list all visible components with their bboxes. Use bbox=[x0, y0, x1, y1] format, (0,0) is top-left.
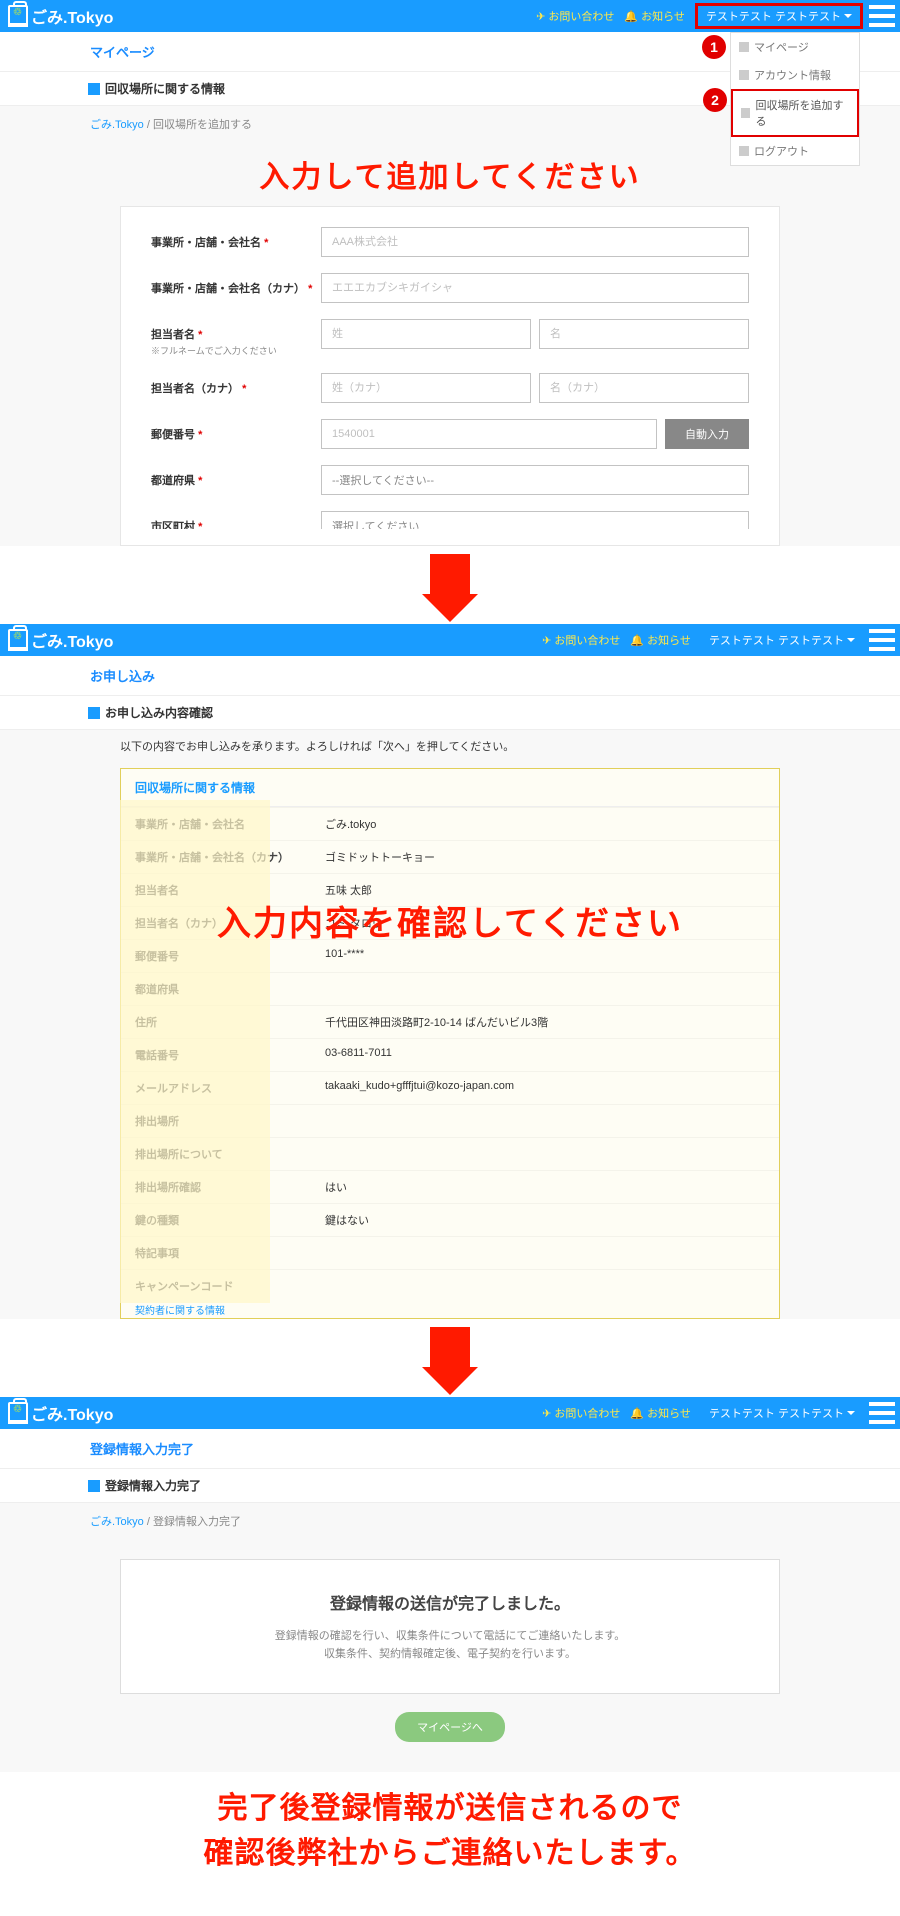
brand-logo[interactable]: ごみ.Tokyo bbox=[8, 4, 113, 28]
breadcrumb-home[interactable]: ごみ.Tokyo bbox=[90, 1516, 144, 1528]
trash-icon bbox=[8, 1402, 28, 1424]
pref-select[interactable]: --選択してください-- bbox=[321, 465, 749, 495]
completion-text-1: 登録情報の確認を行い、収集条件について電話にてご連絡いたします。 bbox=[141, 1628, 759, 1646]
completion-heading: 登録情報の送信が完了しました。 bbox=[141, 1590, 759, 1614]
firstname-kana-input[interactable] bbox=[539, 373, 749, 403]
contact-link[interactable]: ✈ お問い合わせ bbox=[536, 8, 614, 24]
dropdown-mypage[interactable]: マイページ bbox=[731, 33, 859, 61]
check-icon bbox=[88, 1480, 100, 1492]
hamburger-button[interactable] bbox=[869, 629, 895, 651]
brand-text: ごみ.Tokyo bbox=[31, 4, 113, 28]
mypage-button[interactable]: マイページへ bbox=[395, 1712, 505, 1742]
section-header: 登録情報入力完了 bbox=[0, 1469, 900, 1503]
user-menu-trigger[interactable]: テストテスト テストテスト bbox=[701, 630, 863, 650]
brand-logo[interactable]: ごみ.Tokyo bbox=[8, 628, 113, 652]
city-select[interactable]: 選択してください bbox=[321, 511, 749, 529]
list-icon bbox=[88, 707, 100, 719]
hamburger-button[interactable] bbox=[869, 1402, 895, 1424]
user-menu-trigger[interactable]: テストテスト テストテスト bbox=[701, 1403, 863, 1423]
paper-plane-icon: ✈ bbox=[536, 11, 545, 23]
dropdown-add-location[interactable]: 回収場所を追加する bbox=[731, 89, 859, 137]
top-header: ごみ.Tokyo ✈ お問い合わせ 🔔 お知らせ テストテスト テストテスト bbox=[0, 0, 900, 32]
company-input[interactable] bbox=[321, 227, 749, 257]
logout-icon bbox=[739, 146, 749, 156]
marker-icon bbox=[88, 83, 100, 95]
down-arrow-icon bbox=[430, 554, 470, 594]
confirm-panel: 回収場所に関する情報 事業所・店舗・会社名ごみ.tokyo 事業所・店舗・会社名… bbox=[120, 768, 780, 1319]
page-title: 登録情報入力完了 bbox=[0, 1429, 900, 1469]
user-menu-trigger[interactable]: テストテスト テストテスト bbox=[695, 3, 863, 29]
dropdown-logout[interactable]: ログアウト bbox=[731, 137, 859, 165]
contact-link[interactable]: ✈ お問い合わせ bbox=[542, 632, 620, 648]
top-header-3: ごみ.Tokyo ✈ お問い合わせ 🔔 お知らせ テストテスト テストテスト bbox=[0, 1397, 900, 1429]
firstname-input[interactable] bbox=[539, 319, 749, 349]
final-message: 完了後登録情報が送信されるので 確認後弊社からご連絡いたします。 bbox=[0, 1772, 900, 1916]
next-section-link[interactable]: 契約者に関する情報 bbox=[121, 1302, 779, 1318]
notice-link[interactable]: 🔔 お知らせ bbox=[630, 632, 691, 648]
step-badge-1: 1 bbox=[702, 35, 726, 59]
confirm-panel-header: 回収場所に関する情報 bbox=[121, 769, 779, 807]
lastname-kana-input[interactable] bbox=[321, 373, 531, 403]
truck-icon bbox=[741, 108, 750, 118]
company-kana-input[interactable] bbox=[321, 273, 749, 303]
brand-logo[interactable]: ごみ.Tokyo bbox=[8, 1401, 113, 1425]
form-card: 事業所・店舗・会社名 * 事業所・店舗・会社名（カナ） * 担当者名 *※フルネ… bbox=[120, 206, 780, 546]
grid-icon bbox=[739, 42, 749, 52]
hamburger-button[interactable] bbox=[869, 5, 895, 27]
completion-panel: 登録情報の送信が完了しました。 登録情報の確認を行い、収集条件について電話にてご… bbox=[120, 1559, 780, 1694]
page-title: お申し込み bbox=[0, 656, 900, 696]
chevron-down-icon bbox=[847, 638, 855, 646]
confirm-note: 以下の内容でお申し込みを承ります。よろしければ「次へ」を押してください。 bbox=[0, 730, 900, 768]
contact-link[interactable]: ✈ お問い合わせ bbox=[542, 1405, 620, 1421]
trash-icon bbox=[8, 5, 28, 27]
trash-icon bbox=[8, 629, 28, 651]
step-badge-2: 2 bbox=[703, 88, 727, 112]
breadcrumb: ごみ.Tokyo / 登録情報入力完了 bbox=[0, 1503, 900, 1539]
postal-input[interactable] bbox=[321, 419, 657, 449]
instruction-overlay-2: 入力内容を確認してください bbox=[0, 886, 900, 955]
auto-fill-button[interactable]: 自動入力 bbox=[665, 419, 749, 449]
chevron-down-icon bbox=[847, 1411, 855, 1419]
user-dropdown: マイページ アカウント情報 回収場所を追加する ログアウト bbox=[730, 32, 860, 166]
user-icon bbox=[739, 70, 749, 80]
top-header-2: ごみ.Tokyo ✈ お問い合わせ 🔔 お知らせ テストテスト テストテスト bbox=[0, 624, 900, 656]
breadcrumb-home[interactable]: ごみ.Tokyo bbox=[90, 119, 144, 131]
completion-text-2: 収集条件、契約情報確定後、電子契約を行います。 bbox=[141, 1646, 759, 1664]
dropdown-account[interactable]: アカウント情報 bbox=[731, 61, 859, 89]
notice-link[interactable]: 🔔 お知らせ bbox=[630, 1405, 691, 1421]
chevron-down-icon bbox=[844, 14, 852, 22]
bell-icon: 🔔 bbox=[624, 11, 638, 23]
section-header: お申し込み内容確認 bbox=[0, 696, 900, 730]
down-arrow-icon bbox=[430, 1327, 470, 1367]
lastname-input[interactable] bbox=[321, 319, 531, 349]
notice-link[interactable]: 🔔 お知らせ bbox=[624, 8, 685, 24]
